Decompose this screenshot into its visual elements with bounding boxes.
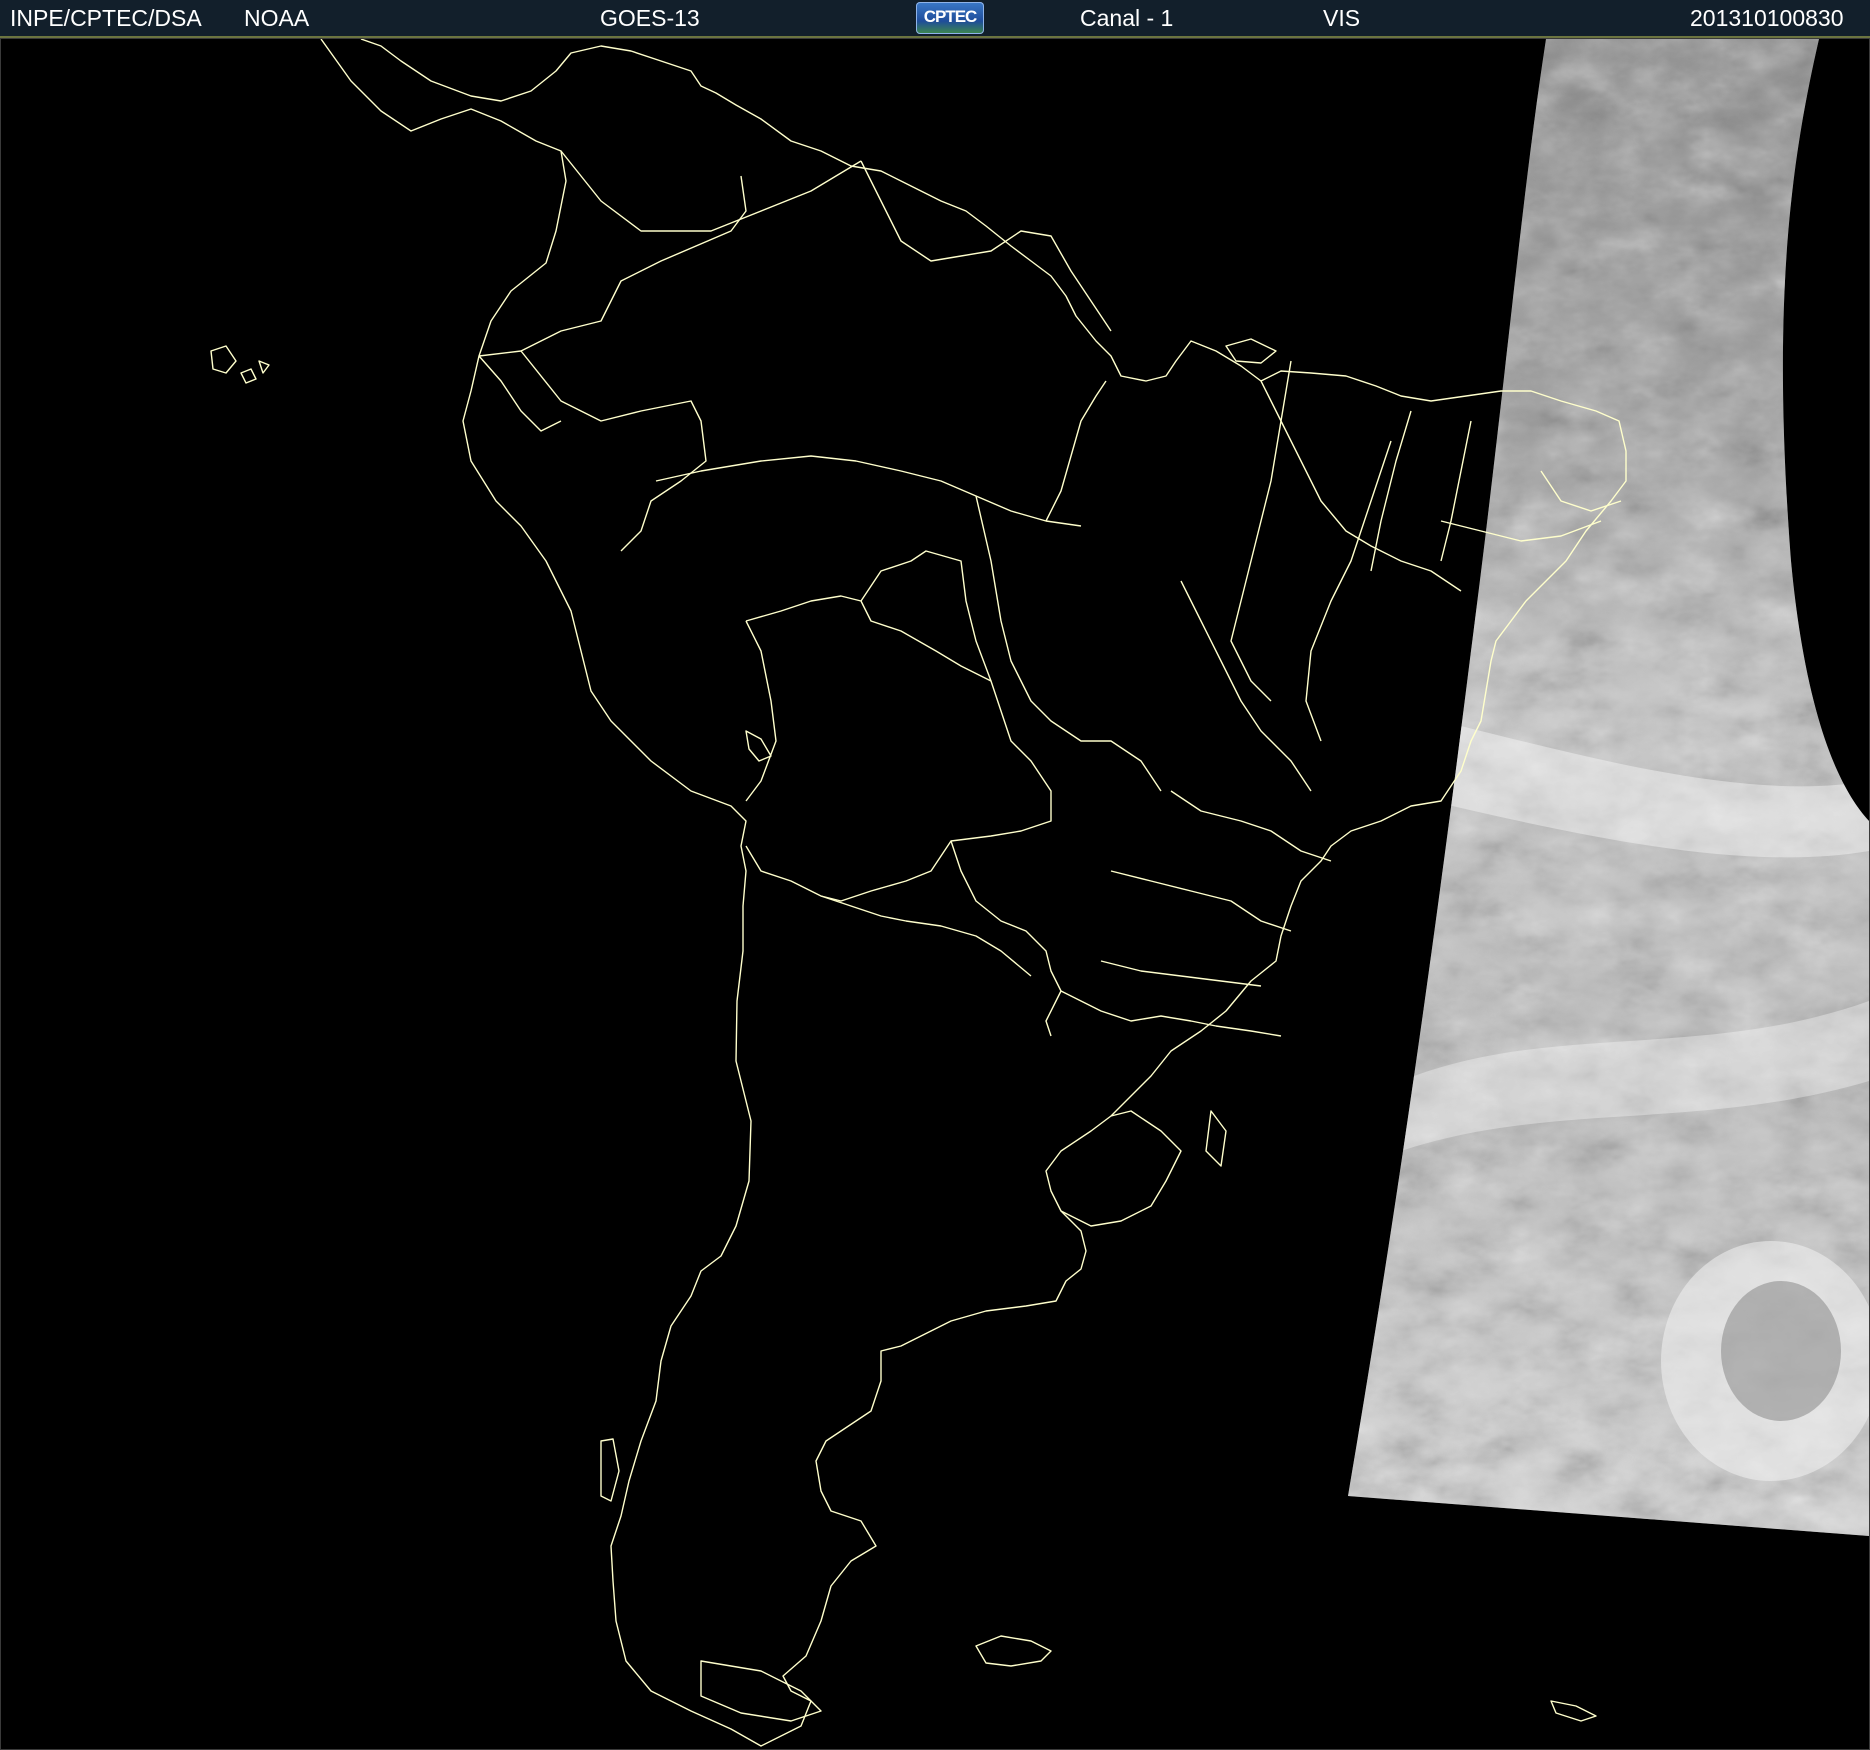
border-venezuela-brazil [560,150,862,232]
timestamp-label: 201310100830 [1690,5,1844,31]
border-rondonia [860,550,992,682]
satellite-label: GOES-13 [600,5,700,31]
galapagos-islands [210,345,270,384]
border-parana [1100,960,1262,987]
map-canvas [210,39,1869,1747]
border-ceara [1440,420,1472,562]
border-uruguay [1060,1110,1182,1227]
border-paraguay [950,840,1062,1037]
border-guyanas [860,160,1112,332]
satellite-map [0,38,1870,1750]
border-ecuador [478,355,562,432]
chiloe-island [600,1438,620,1502]
south-georgia [1550,1700,1597,1722]
header-bar: INPE/CPTEC/DSA NOAA GOES-13 CPTEC Canal … [0,0,1870,38]
lake-titicaca [745,730,772,762]
institution-label: INPE/CPTEC/DSA [10,5,202,31]
tierra-del-fuego [700,1660,822,1722]
border-amazonas [655,455,1082,527]
agency-label: NOAA [244,5,310,31]
falkland-islands [975,1635,1052,1667]
band-label: VIS [1323,5,1361,31]
border-nordeste [1260,380,1462,592]
cptec-logo-icon: CPTEC [916,2,984,34]
border-peru-brazil [520,350,707,552]
border-mato-grosso [975,495,1162,792]
border-para [1045,380,1107,522]
border-tocantins [1230,360,1292,702]
border-bahia [1305,440,1392,742]
border-sao-paulo [1110,870,1292,932]
lagoa-dos-patos [1205,1110,1227,1167]
channel-label: Canal - 1 [1080,5,1174,31]
border-piaui [1370,410,1412,572]
border-peru-bolivia [745,620,777,802]
border-bolivia [745,595,1052,902]
border-brazil-south [1060,990,1282,1037]
marajo-island [1225,338,1277,364]
border-goias [1180,580,1312,792]
cloud-swath [1348,39,1869,1536]
border-minas [1170,790,1332,862]
border-colombia [478,175,747,357]
border-argentina-north [820,895,1032,977]
